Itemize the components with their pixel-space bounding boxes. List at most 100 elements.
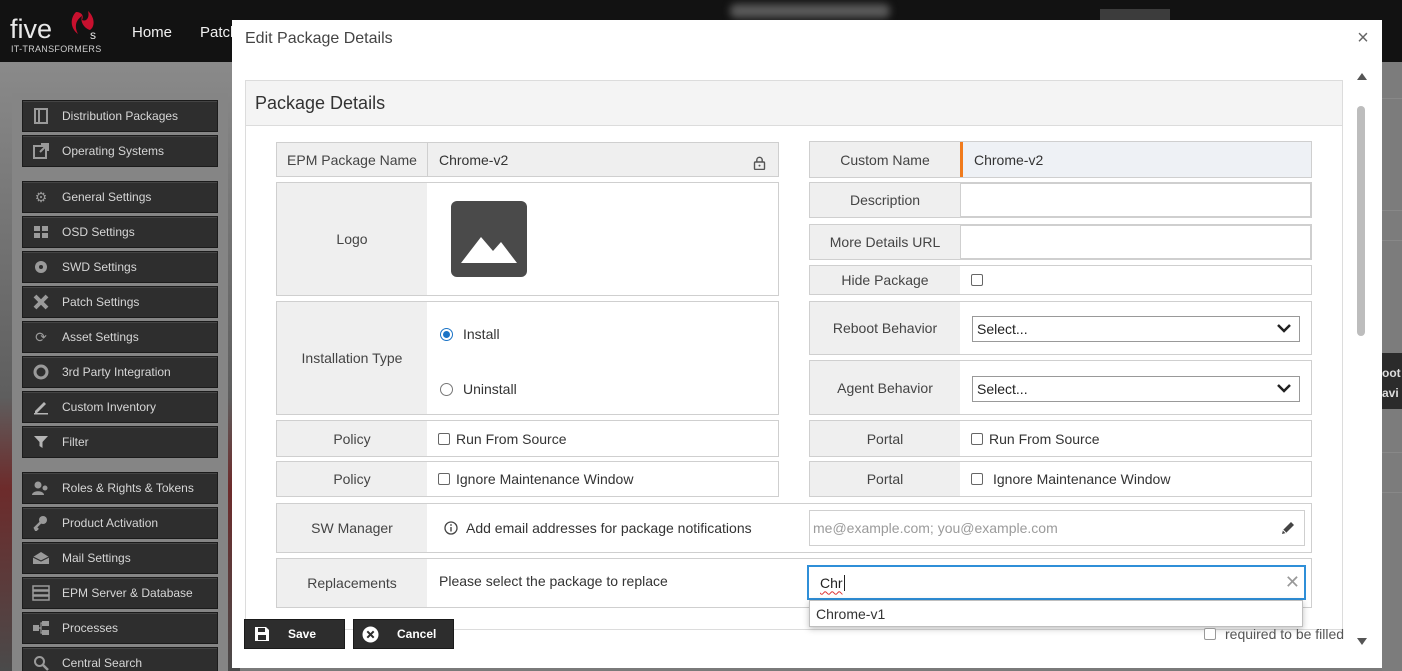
edit-package-modal: Edit Package Details × Package Details E… [232,20,1382,668]
pencil-icon[interactable] [1280,520,1296,536]
agent-behavior-row: Agent Behavior Select... [809,360,1312,415]
policy-ignore-maintenance-label: Ignore Maintenance Window [456,471,634,487]
policy-run-from-source-checkbox[interactable] [438,432,450,445]
sw-manager-info-text: Add email addresses for package notifica… [466,520,752,536]
scrollbar-thumb[interactable] [1357,106,1365,336]
sidebar-item-osd-settings[interactable]: OSD Settings [22,216,218,248]
sidebar-item-label: 3rd Party Integration [62,365,171,379]
sidebar-item-label: Asset Settings [62,330,139,344]
sidebar-item-3rd-party-integration[interactable]: 3rd Party Integration [22,356,218,388]
sidebar-item-epm-server-database[interactable]: EPM Server & Database [22,577,218,609]
uninstall-radio[interactable] [440,382,453,396]
sidebar-item-label: Patch Settings [62,295,140,309]
edit-icon [31,398,51,416]
sw-manager-info: Add email addresses for package notifica… [444,520,752,536]
portal-label: Portal [810,421,960,456]
sidebar: Distribution Packages Operating Systems … [12,93,228,671]
hide-package-field [960,266,1311,294]
uninstall-option-label: Uninstall [463,381,517,397]
replacement-typed-text: Chr [820,574,843,591]
portal-label: Portal [810,462,960,496]
background-right-tab: oot avi [1382,353,1402,409]
close-icon[interactable]: × [1354,28,1372,48]
windows-icon [31,223,51,241]
custom-name-input[interactable]: Chrome-v2 [960,142,1311,177]
logo-suffix: s [90,28,96,42]
sidebar-item-label: Central Search [62,656,143,670]
patch-icon [31,293,51,311]
replacement-search-input[interactable]: Chr ✕ [807,565,1306,600]
install-option[interactable]: Install [440,326,500,342]
app-logo[interactable]: five s IT-TRANSFORMERS [10,8,120,58]
sidebar-item-label: Custom Inventory [62,400,157,414]
sidebar-item-distribution-packages[interactable]: Distribution Packages [22,100,218,132]
nav-home[interactable]: Home [132,24,172,41]
sidebar-item-swd-settings[interactable]: SWD Settings [22,251,218,283]
filter-icon [31,433,51,451]
reboot-behavior-value: Select... [977,321,1028,337]
sidebar-item-label: EPM Server & Database [62,586,193,600]
sidebar-item-operating-systems[interactable]: Operating Systems [22,135,218,167]
description-input[interactable] [960,183,1311,217]
sidebar-item-custom-inventory[interactable]: Custom Inventory [22,391,218,423]
logo-label: Logo [277,183,427,295]
sidebar-item-mail-settings[interactable]: Mail Settings [22,542,218,574]
sidebar-item-central-search[interactable]: Central Search [22,647,218,671]
more-details-url-row: More Details URL [809,224,1312,260]
sidebar-item-label: General Settings [62,190,152,204]
required-legend-box [1204,628,1216,640]
policy-ignore-maintenance-row: Policy Ignore Maintenance Window [276,461,779,497]
policy-ignore-maintenance-field: Ignore Maintenance Window [427,462,778,496]
portal-run-from-source-checkbox[interactable] [971,432,983,445]
required-legend-label: required to be filled [1225,626,1345,642]
logo-word: five [10,14,53,44]
more-details-url-input[interactable] [960,225,1311,259]
agent-behavior-select[interactable]: Select... [972,376,1300,402]
sidebar-item-patch-settings[interactable]: Patch Settings [22,286,218,318]
portal-run-from-source-field: Run From Source [960,421,1311,456]
portal-ignore-maintenance-checkbox[interactable] [971,473,983,485]
scroll-up-icon[interactable] [1357,73,1367,80]
sidebar-item-label: Distribution Packages [62,109,179,123]
custom-name-label: Custom Name [810,142,960,177]
modal-scrollbar[interactable] [1353,70,1369,650]
notification-email-input[interactable]: me@example.com; you@example.com [809,510,1305,546]
required-legend: required to be filled [1204,626,1344,642]
sidebar-item-asset-settings[interactable]: ⟳ Asset Settings [22,321,218,353]
panel-title: Package Details [255,93,386,113]
epm-package-name-field: Chrome-v2 [427,143,778,176]
sidebar-item-label: OSD Settings [62,225,135,239]
reboot-behavior-row: Reboot Behavior Select... [809,301,1312,355]
sidebar-item-processes[interactable]: Processes [22,612,218,644]
background-divider [1382,98,1402,99]
save-button[interactable]: Save [244,619,345,649]
sidebar-item-product-activation[interactable]: Product Activation [22,507,218,539]
sidebar-item-roles-rights-tokens[interactable]: Roles & Rights & Tokens [22,472,218,504]
image-placeholder-icon[interactable] [451,201,527,277]
policy-ignore-maintenance-checkbox[interactable] [438,473,450,485]
uninstall-option[interactable]: Uninstall [440,381,517,397]
installation-type-row: Installation Type Install Uninstall [276,301,779,415]
reboot-behavior-select[interactable]: Select... [972,316,1300,342]
hide-package-checkbox[interactable] [971,274,983,286]
cancel-button[interactable]: Cancel [353,619,454,649]
search-icon [31,654,51,671]
epm-package-name-value: Chrome-v2 [439,151,509,168]
integration-icon [31,363,51,381]
blurred-header-text [730,4,890,18]
portal-ignore-maintenance-row: Portal Ignore Maintenance Window [809,461,1312,497]
lock-icon [753,156,766,170]
sidebar-item-filter[interactable]: Filter [22,426,218,458]
reboot-behavior-label: Reboot Behavior [810,302,960,354]
hide-package-row: Hide Package [809,265,1312,295]
install-radio[interactable] [440,327,453,341]
portal-ignore-maintenance-field: Ignore Maintenance Window [960,462,1311,496]
sidebar-item-general-settings[interactable]: ⚙ General Settings [22,181,218,213]
background-divider [1382,492,1402,493]
refresh-icon: ⟳ [35,328,47,345]
clear-icon[interactable]: ✕ [1285,573,1300,591]
description-label: Description [810,183,960,217]
package-icon [31,107,51,125]
floppy-disk-icon [253,626,270,643]
replacements-label: Replacements [277,559,427,607]
